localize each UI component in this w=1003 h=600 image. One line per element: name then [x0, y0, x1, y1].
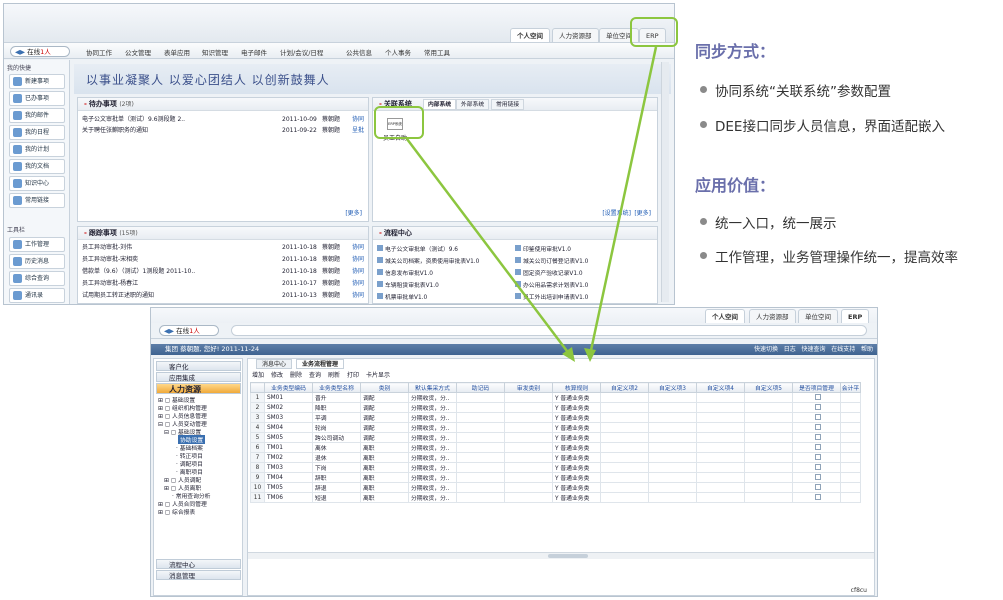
callout-arrows: [406, 46, 658, 362]
arrow-from-tab: [588, 46, 658, 356]
arrow-from-app: [406, 138, 571, 356]
arrow-head: [562, 347, 575, 362]
slide: 个人空间 人力资源部 单位空间 ERP ◀▶ 在线1人 协同工作 公文管理 表单…: [0, 0, 1003, 600]
arrow-head: [584, 348, 596, 362]
